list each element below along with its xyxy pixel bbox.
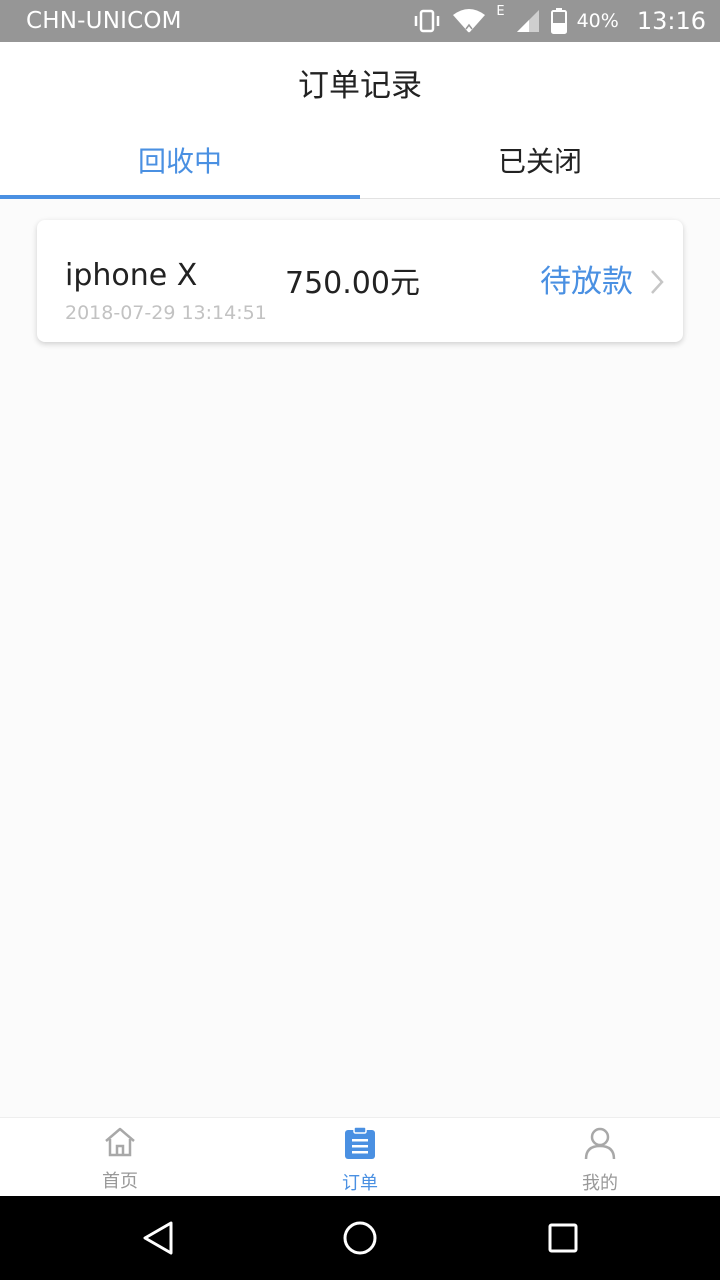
wifi-icon [452,7,486,35]
back-icon[interactable] [136,1216,180,1260]
tab-closed[interactable]: 已关闭 [360,122,720,198]
page-title: 订单记录 [298,67,422,104]
carrier-name: CHN-UNICOM [26,8,182,34]
nav-label-home: 首页 [102,1171,138,1192]
vibrate-icon [412,9,442,33]
status-icons: E 40% 13:16 [412,0,706,42]
order-price: 750.00元 [285,266,420,301]
nav-item-orders[interactable]: 订单 [240,1118,480,1196]
nav-item-home[interactable]: 首页 [0,1118,240,1196]
chevron-right-icon [649,268,665,300]
home-icon [103,1126,137,1163]
clock: 13:16 [636,7,706,35]
order-date: 2018-07-29 13:14:51 [65,302,267,324]
order-product-name: iphone X [65,258,198,293]
battery-percent: 40% [576,10,619,32]
bottom-nav: 首页 订单 我的 [0,1117,720,1196]
status-bar: CHN-UNICOM E 40% 13:16 [0,0,720,42]
nav-label-orders: 订单 [342,1173,378,1194]
nav-label-profile: 我的 [582,1173,618,1194]
order-status: 待放款 [540,264,633,300]
network-type-label: E [496,4,505,19]
tab-recycling[interactable]: 回收中 [0,122,360,199]
order-tabs: 回收中 已关闭 [0,122,720,199]
user-icon [583,1126,617,1165]
home-button-icon[interactable] [338,1216,382,1260]
order-card[interactable]: iphone X 750.00元 2018-07-29 13:14:51 待放款 [37,220,683,342]
system-nav-bar [0,1196,720,1280]
signal-icon [515,8,541,34]
battery-icon [550,8,567,34]
clipboard-icon [343,1126,377,1165]
recents-icon[interactable] [541,1216,585,1260]
header: 订单记录 [0,42,720,122]
nav-item-profile[interactable]: 我的 [480,1118,720,1196]
